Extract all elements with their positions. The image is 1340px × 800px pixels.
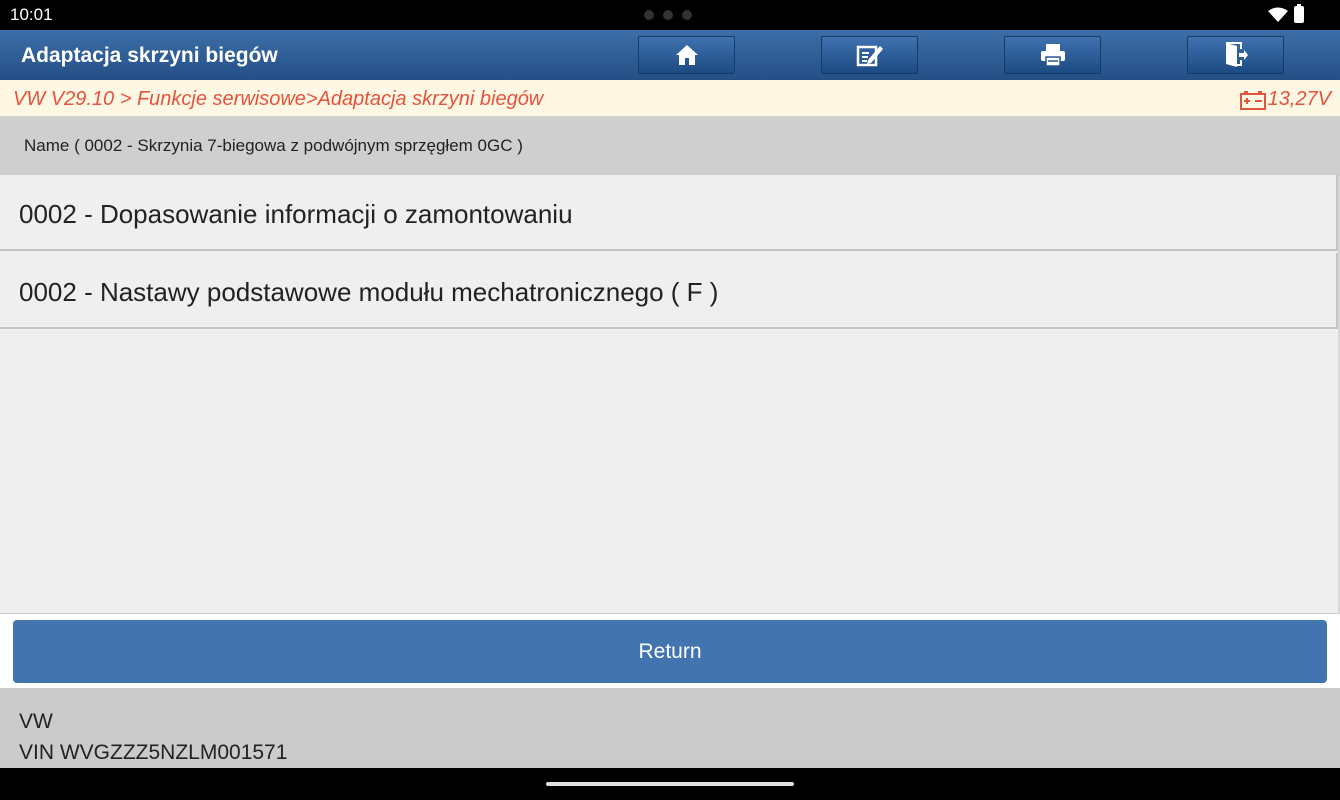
edit-icon — [856, 45, 883, 67]
function-list: 0002 - Dopasowanie informacji o zamontow… — [0, 175, 1340, 614]
breadcrumb: VW V29.10 > Funkcje serwisowe>Adaptacja … — [0, 80, 1340, 116]
breadcrumb-path: VW V29.10 > Funkcje serwisowe>Adaptacja … — [13, 88, 544, 110]
print-button[interactable] — [1004, 36, 1101, 74]
module-name-bar: Name ( 0002 - Skrzynia 7-biegowa z podwó… — [0, 116, 1340, 175]
home-button[interactable] — [638, 36, 735, 74]
list-item-label: 0002 - Nastawy podstawowe modułu mechatr… — [19, 277, 719, 307]
status-time: 10:01 — [10, 5, 53, 24]
return-button[interactable]: Return — [13, 620, 1327, 683]
edit-button[interactable] — [821, 36, 918, 74]
navigation-bar — [0, 768, 1340, 800]
list-item-label: 0002 - Dopasowanie informacji o zamontow… — [19, 199, 573, 229]
title-bar: Adaptacja skrzyni biegów — [0, 30, 1340, 80]
voltage-value: 13,27V — [1267, 88, 1331, 110]
page-title: Adaptacja skrzyni biegów — [21, 44, 278, 67]
battery-icon — [1294, 4, 1304, 23]
voltage-readout: 13,27V — [1239, 88, 1331, 111]
home-gesture-handle[interactable] — [546, 782, 794, 786]
exit-icon — [1225, 42, 1248, 67]
vehicle-vin: VIN WVGZZZ5NZLM001571 — [19, 741, 288, 764]
return-area: Return — [0, 614, 1340, 688]
status-bar: 10:01 — [0, 0, 1340, 30]
vehicle-make: VW — [19, 710, 53, 733]
list-item[interactable]: 0002 - Dopasowanie informacji o zamontow… — [0, 175, 1338, 251]
module-name: Name ( 0002 - Skrzynia 7-biegowa z podwó… — [24, 136, 523, 155]
camera-dots — [644, 10, 692, 20]
wifi-icon — [1268, 7, 1288, 22]
list-item[interactable]: 0002 - Nastawy podstawowe modułu mechatr… — [0, 253, 1338, 329]
vehicle-info-footer: VW VIN WVGZZZ5NZLM001571 — [0, 688, 1340, 768]
battery-voltage-icon — [1239, 90, 1266, 110]
home-icon — [675, 45, 698, 65]
print-icon — [1040, 44, 1065, 67]
exit-button[interactable] — [1187, 36, 1284, 74]
